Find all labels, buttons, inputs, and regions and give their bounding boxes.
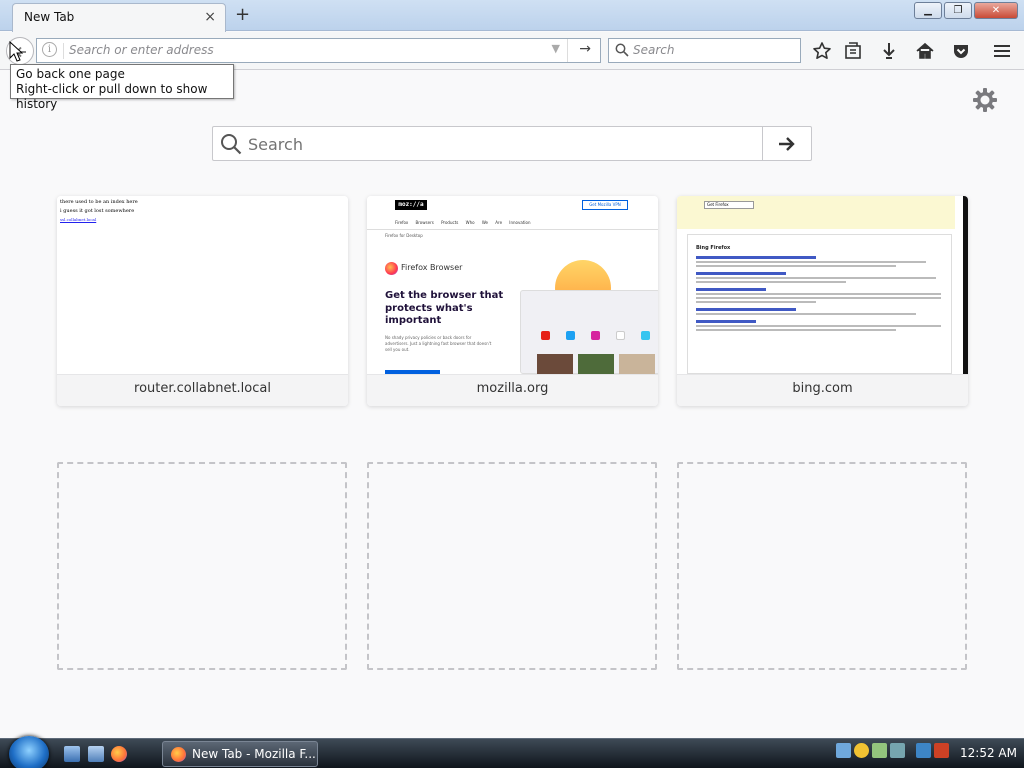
empty-top-site-slot (367, 462, 657, 670)
thumb-link: ssl.collabnet.local (60, 217, 97, 222)
thumb-nav: Firefox Browsers Products Who We Are Inn… (395, 220, 531, 225)
firefox-logo-icon (385, 262, 398, 275)
content-search-box[interactable]: Search (212, 126, 812, 161)
taskbar-window-label: New Tab - Mozilla F... (192, 747, 316, 761)
top-site-tile-router[interactable]: there used to be an index here i guess i… (57, 196, 348, 406)
home-icon[interactable] (915, 41, 935, 61)
thumb-body: No shady privacy policies or back doors … (385, 335, 492, 352)
thumb-results-heading: Bing Firefox (696, 245, 731, 251)
tile-thumbnail: Get Firefox Bing Firefox (677, 196, 968, 374)
tile-thumbnail: moz://a Get Mozilla VPN Firefox Browsers… (367, 196, 658, 374)
tile-thumbnail: there used to be an index here i guess i… (57, 196, 348, 374)
tab-title: New Tab (24, 10, 75, 24)
tooltip-line-1: Go back one page (16, 67, 125, 81)
search-icon (615, 43, 629, 57)
empty-top-site-slot (677, 462, 967, 670)
url-placeholder: Search or enter address (69, 43, 214, 57)
thumb-photo (619, 354, 655, 374)
thumb-scroll-edge (963, 196, 968, 374)
switch-windows-icon[interactable] (88, 746, 104, 762)
close-window-button[interactable]: ✕ (974, 2, 1018, 19)
library-icon[interactable] (843, 41, 863, 61)
content-search-go-button[interactable] (762, 127, 811, 160)
update-tray-icon[interactable] (872, 743, 887, 758)
bookmark-star-icon[interactable] (812, 41, 832, 61)
tooltip-line-2: Right-click or pull down to show history (16, 82, 208, 111)
maximize-button[interactable]: ❐ (944, 2, 972, 19)
download-icon[interactable] (879, 41, 899, 61)
firefox-quicklaunch-icon[interactable] (111, 746, 127, 762)
search-bar[interactable]: Search (608, 38, 801, 63)
mozilla-logo: moz://a (395, 200, 427, 210)
mouse-cursor-icon (9, 41, 23, 62)
settings-gear-icon[interactable] (971, 86, 999, 114)
search-icon (221, 134, 242, 155)
tile-label: router.collabnet.local (57, 374, 348, 406)
clock: 12:52 AM (960, 746, 1017, 760)
menu-icon[interactable] (992, 41, 1012, 61)
url-dropdown-icon[interactable]: ▼ (552, 42, 560, 55)
tile-label: bing.com (677, 374, 968, 406)
thumb-headline: Get the browser that protects what's imp… (385, 290, 504, 326)
thumb-search-box: Get Firefox (704, 201, 754, 209)
security-tray-icon[interactable] (854, 743, 869, 758)
window-controls: ▁ ❐ ✕ (914, 2, 1018, 19)
thumb-subnav: Firefox for Desktop (367, 229, 658, 238)
info-icon[interactable]: i (42, 42, 57, 57)
thumb-results: Bing Firefox (687, 234, 952, 374)
thumb-photo (537, 354, 573, 374)
go-arrow-icon[interactable]: → (579, 41, 591, 57)
url-separator (63, 43, 64, 59)
slack-icon (641, 331, 650, 340)
network-tray-icon[interactable] (836, 743, 851, 758)
thumb-vpn-button: Get Mozilla VPN (582, 200, 628, 210)
search-placeholder: Search (633, 43, 675, 57)
pocket-icon[interactable] (951, 41, 971, 61)
volume-muted-icon[interactable] (934, 743, 949, 758)
windows-taskbar: New Tab - Mozilla F... 12:52 AM (0, 738, 1024, 768)
display-tray-icon[interactable] (916, 743, 931, 758)
instagram-icon (591, 331, 600, 340)
thumb-photo (578, 354, 614, 374)
tile-label: mozilla.org (367, 374, 658, 406)
close-tab-icon[interactable]: × (204, 9, 216, 25)
top-site-tile-mozilla[interactable]: moz://a Get Mozilla VPN Firefox Browsers… (367, 196, 658, 406)
amazon-icon (616, 331, 625, 340)
top-site-tile-bing[interactable]: Get Firefox Bing Firefox bing.com (677, 196, 968, 406)
thumb-text: there used to be an index here (60, 199, 138, 205)
tab-new-tab[interactable]: New Tab × (12, 3, 226, 32)
firefox-icon (171, 747, 186, 762)
taskbar-window-button[interactable]: New Tab - Mozilla F... (162, 741, 318, 767)
twitter-icon (566, 331, 575, 340)
thumb-text: i guess it got lost somewhere (60, 208, 135, 214)
start-button[interactable] (9, 736, 49, 768)
youtube-icon (541, 331, 550, 340)
minimize-button[interactable]: ▁ (914, 2, 942, 19)
thumb-banner: Get Firefox (677, 196, 955, 229)
tab-strip: New Tab × + ▁ ❐ ✕ (0, 0, 1024, 32)
back-tooltip: Go back one page Right-click or pull dow… (10, 64, 234, 111)
system-tray (836, 743, 949, 758)
new-tab-button[interactable]: + (235, 5, 250, 25)
arrow-right-icon (779, 137, 795, 151)
empty-top-site-slot (57, 462, 347, 670)
url-bar[interactable]: i Search or enter address ▼ → (36, 38, 601, 63)
show-desktop-icon[interactable] (64, 746, 80, 762)
content-search-placeholder: Search (248, 135, 303, 154)
thumb-product: Firefox Browser (401, 263, 463, 272)
go-separator (567, 39, 568, 62)
device-tray-icon[interactable] (890, 743, 905, 758)
